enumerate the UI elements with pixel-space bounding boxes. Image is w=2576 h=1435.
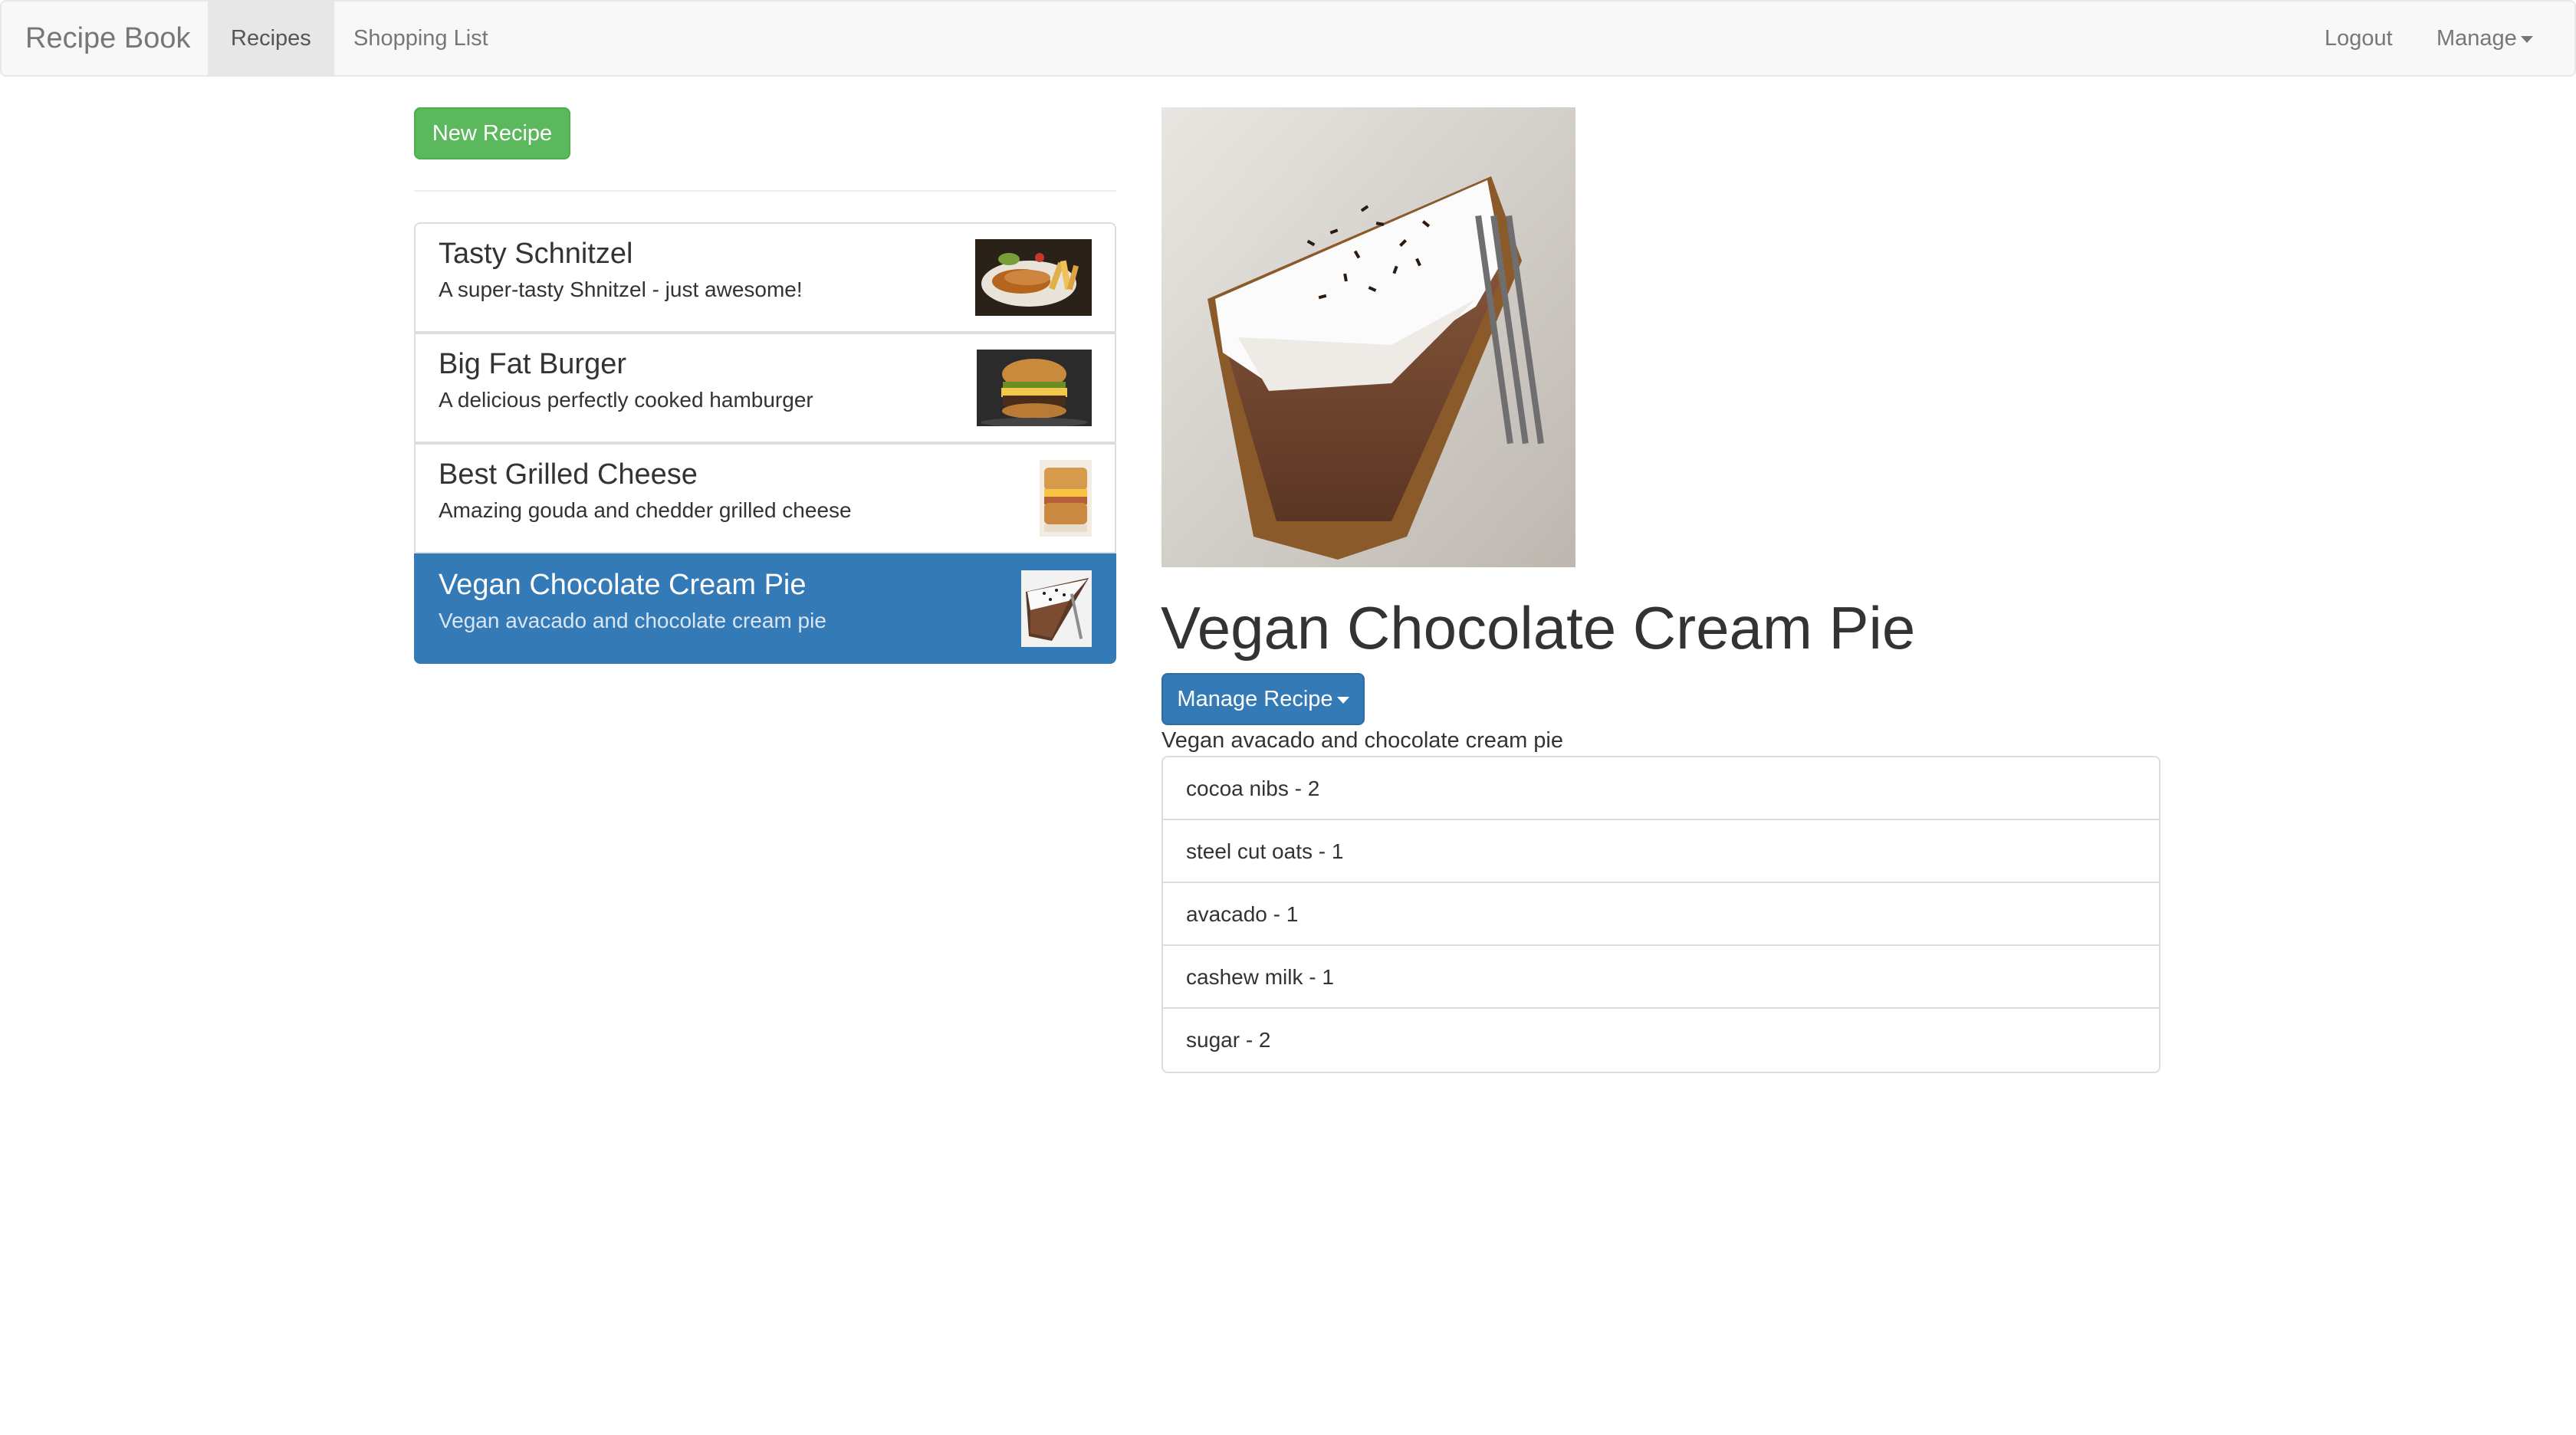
nav-manage-label: Manage [2436,26,2517,51]
recipe-item-best-grilled-cheese[interactable]: Best Grilled Cheese Amazing gouda and ch… [414,443,1116,553]
nav-logout[interactable]: Logout [2302,2,2416,75]
ingredient-item[interactable]: avacado - 1 [1163,883,2159,946]
ingredient-item[interactable]: cashew milk - 1 [1163,946,2159,1009]
caret-down-icon [2520,35,2533,43]
recipe-name: Big Fat Burger [439,348,626,380]
recipe-name: Tasty Schnitzel [439,238,633,270]
recipe-title: Vegan Chocolate Cream Pie [1161,594,1916,662]
navbar: Recipe Book Recipes Shopping List Logout… [0,0,2576,77]
nav-recipes[interactable]: Recipes [208,2,334,75]
ingredients-list: cocoa nibs - 2 steel cut oats - 1 avacad… [1162,756,2160,1073]
recipe-thumbnail-burger [977,350,1092,426]
nav-manage-dropdown[interactable]: Manage [2413,2,2556,75]
recipe-item-tasty-schnitzel[interactable]: Tasty Schnitzel A super-tasty Shnitzel -… [414,222,1116,333]
ingredient-item[interactable]: steel cut oats - 1 [1163,820,2159,883]
ingredient-item[interactable]: sugar - 2 [1163,1009,2159,1072]
recipe-description: A super-tasty Shnitzel - just awesome! [439,277,803,301]
manage-recipe-button[interactable]: Manage Recipe [1162,673,1365,725]
recipe-description: Vegan avacado and chocolate cream pie [439,609,826,632]
recipe-item-big-fat-burger[interactable]: Big Fat Burger A delicious perfectly coo… [414,333,1116,443]
recipe-description: A delicious perfectly cooked hamburger [439,388,813,412]
recipe-image [1162,107,1576,567]
recipe-item-vegan-chocolate-cream-pie[interactable]: Vegan Chocolate Cream Pie Vegan avacado … [414,553,1116,664]
recipe-name: Best Grilled Cheese [439,458,698,491]
recipe-thumbnail-grilled-cheese [1040,460,1092,537]
recipe-description: Amazing gouda and chedder grilled cheese [439,498,852,522]
divider [414,190,1116,192]
nav-shopping-list[interactable]: Shopping List [330,2,511,75]
new-recipe-button[interactable]: New Recipe [414,107,570,159]
ingredient-item[interactable]: cocoa nibs - 2 [1163,757,2159,820]
caret-down-icon [1336,696,1349,704]
manage-recipe-label: Manage Recipe [1177,687,1333,711]
recipe-name: Vegan Chocolate Cream Pie [439,569,807,601]
recipe-description: Vegan avacado and chocolate cream pie [1162,728,1563,753]
recipe-thumbnail-schnitzel [975,239,1092,316]
recipe-list: Tasty Schnitzel A super-tasty Shnitzel -… [414,222,1116,664]
brand-link[interactable]: Recipe Book [25,2,190,75]
recipe-thumbnail-pie [1021,570,1092,647]
